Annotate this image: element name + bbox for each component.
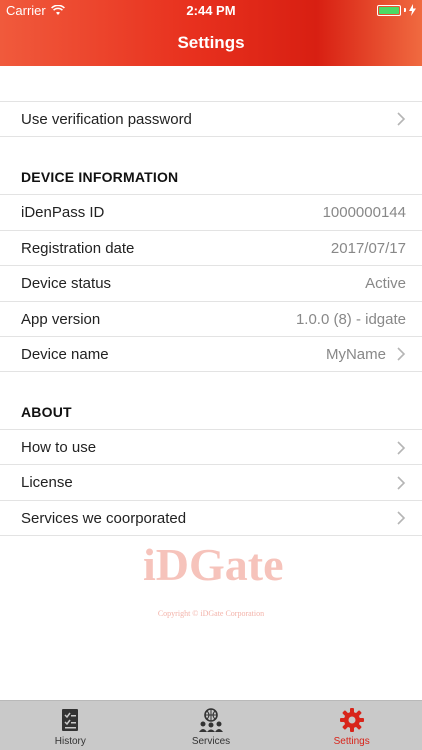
about-row-license[interactable]: License bbox=[0, 464, 422, 500]
device-name-row[interactable]: Device name MyName bbox=[0, 336, 422, 372]
chevron-right-icon bbox=[397, 511, 406, 525]
idgate-logo-watermark: iDGate bbox=[143, 539, 283, 590]
logo-text: iDGate bbox=[143, 539, 283, 590]
row-value: 1000000144 bbox=[322, 204, 406, 221]
gear-icon bbox=[339, 708, 364, 732]
device-info-row-id: iDenPass ID 1000000144 bbox=[0, 194, 422, 230]
tab-history[interactable]: History bbox=[0, 701, 141, 750]
about-header: ABOUT bbox=[21, 404, 72, 420]
services-icon bbox=[199, 708, 223, 732]
settings-content: Use verification password DEVICE INFORMA… bbox=[0, 66, 422, 700]
row-label: Device status bbox=[21, 275, 112, 292]
tab-settings[interactable]: Settings bbox=[281, 701, 422, 750]
row-label: App version bbox=[21, 311, 101, 328]
device-info-row-registration: Registration date 2017/07/17 bbox=[0, 230, 422, 266]
status-time: 2:44 PM bbox=[186, 3, 236, 18]
device-info-header: DEVICE INFORMATION bbox=[21, 169, 179, 185]
header: Carrier 2:44 PM Settings bbox=[0, 0, 422, 66]
verification-password-label: Use verification password bbox=[21, 110, 192, 128]
tab-services[interactable]: Services bbox=[141, 701, 282, 750]
device-info-row-version: App version 1.0.0 (8) - idgate bbox=[0, 301, 422, 337]
battery-icon bbox=[377, 4, 401, 16]
tab-label: Services bbox=[191, 736, 231, 747]
status-bar: Carrier 2:44 PM bbox=[0, 0, 422, 22]
about-row-services[interactable]: Services we coorporated bbox=[0, 500, 422, 536]
chevron-right-icon bbox=[397, 475, 406, 490]
verification-password-row[interactable]: Use verification password bbox=[0, 101, 422, 137]
tab-label: Settings bbox=[333, 736, 370, 747]
device-info-row-status: Device status Active bbox=[0, 265, 422, 301]
about-row-how-to-use[interactable]: How to use bbox=[0, 429, 422, 465]
row-label: iDenPass ID bbox=[21, 204, 105, 221]
history-icon bbox=[62, 709, 79, 731]
row-value: 2017/07/17 bbox=[330, 240, 406, 257]
chevron-right-icon bbox=[397, 347, 406, 361]
charging-icon bbox=[409, 4, 416, 16]
page-title: Settings bbox=[177, 33, 245, 52]
status-right bbox=[377, 4, 416, 16]
battery-tip bbox=[404, 8, 406, 12]
row-label: License bbox=[21, 474, 73, 491]
chevron-right-icon bbox=[397, 440, 406, 455]
row-value: MyName bbox=[325, 345, 386, 363]
row-value: Active bbox=[365, 275, 406, 292]
row-label: Device name bbox=[21, 345, 109, 363]
row-label: How to use bbox=[21, 439, 97, 456]
battery-fill bbox=[379, 6, 399, 14]
row-value: 1.0.0 (8) - idgate bbox=[295, 311, 406, 328]
chevron-right-icon bbox=[397, 112, 406, 126]
tab-bar: History Services Settings bbox=[0, 700, 422, 750]
row-label: Registration date bbox=[21, 240, 135, 257]
tab-label: History bbox=[54, 736, 86, 747]
row-label: Services we coorporated bbox=[21, 509, 187, 527]
copyright-text: Copyright © iDGate Corporation bbox=[157, 609, 265, 618]
